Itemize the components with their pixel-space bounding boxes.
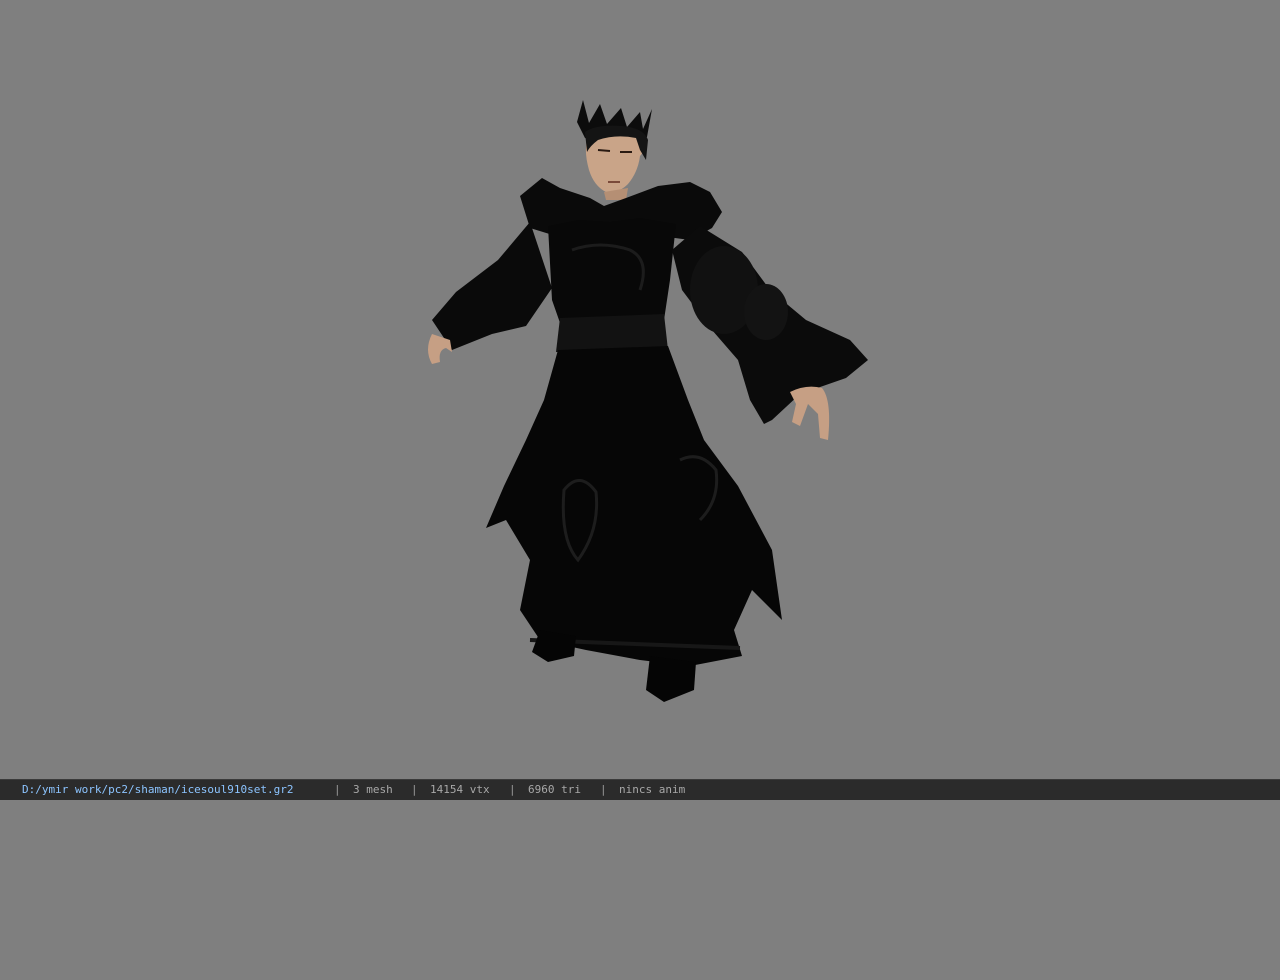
mesh-count-label: 3 mesh bbox=[353, 783, 393, 796]
file-path-label: D:/ymir work/pc2/shaman/icesoul910set.gr… bbox=[22, 783, 294, 796]
separator: | bbox=[509, 783, 516, 796]
3d-viewport[interactable] bbox=[0, 0, 1280, 779]
character-model bbox=[428, 100, 868, 702]
triangle-count-label: 6960 tri bbox=[528, 783, 581, 796]
head bbox=[585, 125, 648, 200]
animation-status-label: nincs anim bbox=[619, 783, 686, 796]
status-bar: D:/ymir work/pc2/shaman/icesoul910set.gr… bbox=[0, 779, 1280, 800]
separator: | bbox=[411, 783, 418, 796]
right-arm bbox=[672, 226, 868, 440]
separator: | bbox=[334, 783, 341, 796]
left-arm bbox=[428, 222, 552, 364]
vertex-count-label: 14154 vtx bbox=[430, 783, 490, 796]
separator: | bbox=[600, 783, 607, 796]
